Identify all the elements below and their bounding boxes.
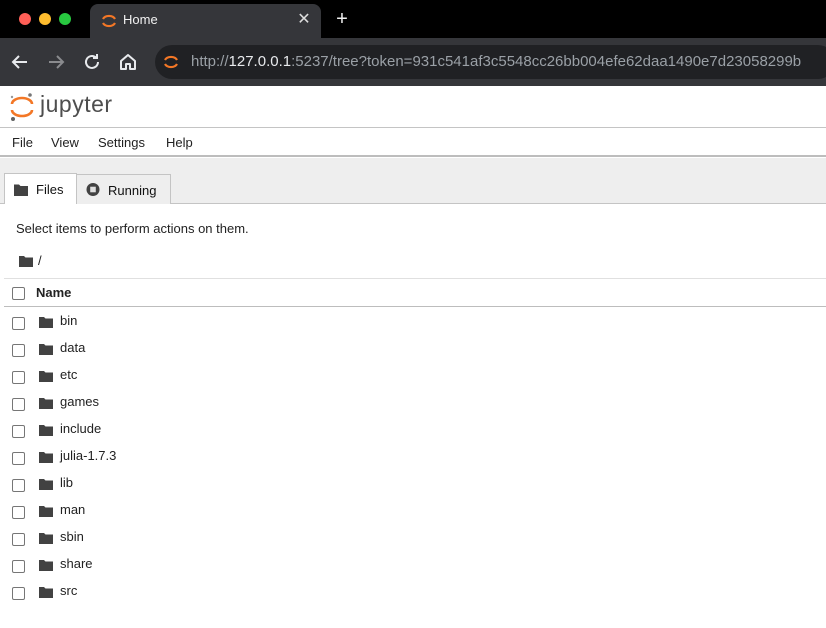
list-item[interactable]: src (4, 577, 826, 604)
main-tab-bar: Files Running (0, 158, 826, 205)
site-info-icon[interactable] (162, 53, 180, 71)
folder-icon (39, 344, 53, 355)
list-item[interactable]: data (4, 334, 826, 361)
home-icon[interactable] (116, 50, 140, 74)
menu-file[interactable]: File (12, 135, 33, 150)
row-checkbox[interactable] (12, 344, 25, 357)
row-checkbox[interactable] (12, 425, 25, 438)
row-checkbox[interactable] (12, 587, 25, 600)
file-name[interactable]: src (60, 583, 77, 598)
row-checkbox[interactable] (12, 317, 25, 330)
url-text: http://127.0.0.1:5237/tree?token=931c541… (191, 53, 802, 70)
breadcrumb-root[interactable]: / (38, 253, 42, 268)
folder-icon (14, 184, 28, 196)
folder-icon (39, 479, 53, 490)
row-checkbox[interactable] (12, 506, 25, 519)
row-checkbox[interactable] (12, 533, 25, 546)
folder-icon (39, 506, 53, 517)
select-all-checkbox[interactable] (12, 287, 25, 300)
row-checkbox[interactable] (12, 398, 25, 411)
folder-icon (39, 587, 53, 598)
list-item[interactable]: lib (4, 469, 826, 496)
file-name[interactable]: include (60, 421, 101, 436)
stop-circle-icon (86, 183, 100, 196)
file-browser: Select items to perform actions on them.… (4, 204, 826, 628)
file-name[interactable]: bin (60, 313, 77, 328)
file-name[interactable]: etc (60, 367, 77, 382)
back-icon[interactable] (8, 50, 32, 74)
close-tab-icon[interactable]: ✕ (295, 11, 313, 29)
folder-icon (39, 533, 53, 544)
file-name[interactable]: julia-1.7.3 (60, 448, 116, 463)
file-list: bin data etc games include julia-1.7.3 lib man s… (4, 307, 826, 604)
browser-tab-title: Home (123, 12, 158, 27)
jupyter-header: jupyter (0, 86, 826, 128)
list-item[interactable]: include (4, 415, 826, 442)
list-item[interactable]: games (4, 388, 826, 415)
list-item[interactable]: share (4, 550, 826, 577)
folder-icon (39, 560, 53, 571)
jupyter-logo-icon[interactable] (9, 92, 35, 122)
file-name[interactable]: lib (60, 475, 73, 490)
close-window-button[interactable] (19, 13, 31, 25)
address-bar[interactable]: http://127.0.0.1:5237/tree?token=931c541… (155, 45, 826, 79)
forward-icon[interactable] (44, 50, 68, 74)
list-item[interactable]: bin (4, 307, 826, 334)
browser-tab-home[interactable]: Home ✕ (90, 4, 321, 38)
menu-help[interactable]: Help (166, 135, 193, 150)
row-checkbox[interactable] (12, 452, 25, 465)
browser-tab-strip: Home ✕ + (0, 0, 826, 38)
maximize-window-button[interactable] (59, 13, 71, 25)
folder-icon (39, 398, 53, 409)
folder-icon[interactable] (19, 255, 33, 267)
file-name[interactable]: sbin (60, 529, 84, 544)
jupyter-logo-text[interactable]: jupyter (40, 91, 113, 118)
file-name[interactable]: games (60, 394, 99, 409)
tab-running[interactable]: Running (76, 174, 171, 205)
reload-icon[interactable] (80, 50, 104, 74)
menu-bar: File View Settings Help (0, 128, 826, 157)
folder-icon (39, 317, 53, 328)
row-checkbox[interactable] (12, 371, 25, 384)
folder-icon (39, 371, 53, 382)
tab-running-label: Running (108, 183, 157, 198)
menu-settings[interactable]: Settings (98, 135, 145, 150)
row-checkbox[interactable] (12, 479, 25, 492)
file-list-header: Name (4, 278, 826, 307)
minimize-window-button[interactable] (39, 13, 51, 25)
file-name[interactable]: man (60, 502, 85, 517)
browser-toolbar: http://127.0.0.1:5237/tree?token=931c541… (0, 38, 826, 86)
file-name[interactable]: share (60, 556, 93, 571)
list-item[interactable]: julia-1.7.3 (4, 442, 826, 469)
jupyter-favicon-icon (102, 14, 116, 28)
folder-icon (39, 425, 53, 436)
menu-view[interactable]: View (51, 135, 79, 150)
tab-files-label: Files (36, 182, 64, 197)
new-tab-button[interactable]: + (332, 9, 352, 29)
selection-hint: Select items to perform actions on them. (16, 221, 249, 236)
row-checkbox[interactable] (12, 560, 25, 573)
file-name[interactable]: data (60, 340, 85, 355)
list-item[interactable]: sbin (4, 523, 826, 550)
list-item[interactable]: man (4, 496, 826, 523)
tab-files[interactable]: Files (4, 173, 77, 205)
folder-icon (39, 452, 53, 463)
list-item[interactable]: etc (4, 361, 826, 388)
name-column-header[interactable]: Name (36, 285, 71, 300)
